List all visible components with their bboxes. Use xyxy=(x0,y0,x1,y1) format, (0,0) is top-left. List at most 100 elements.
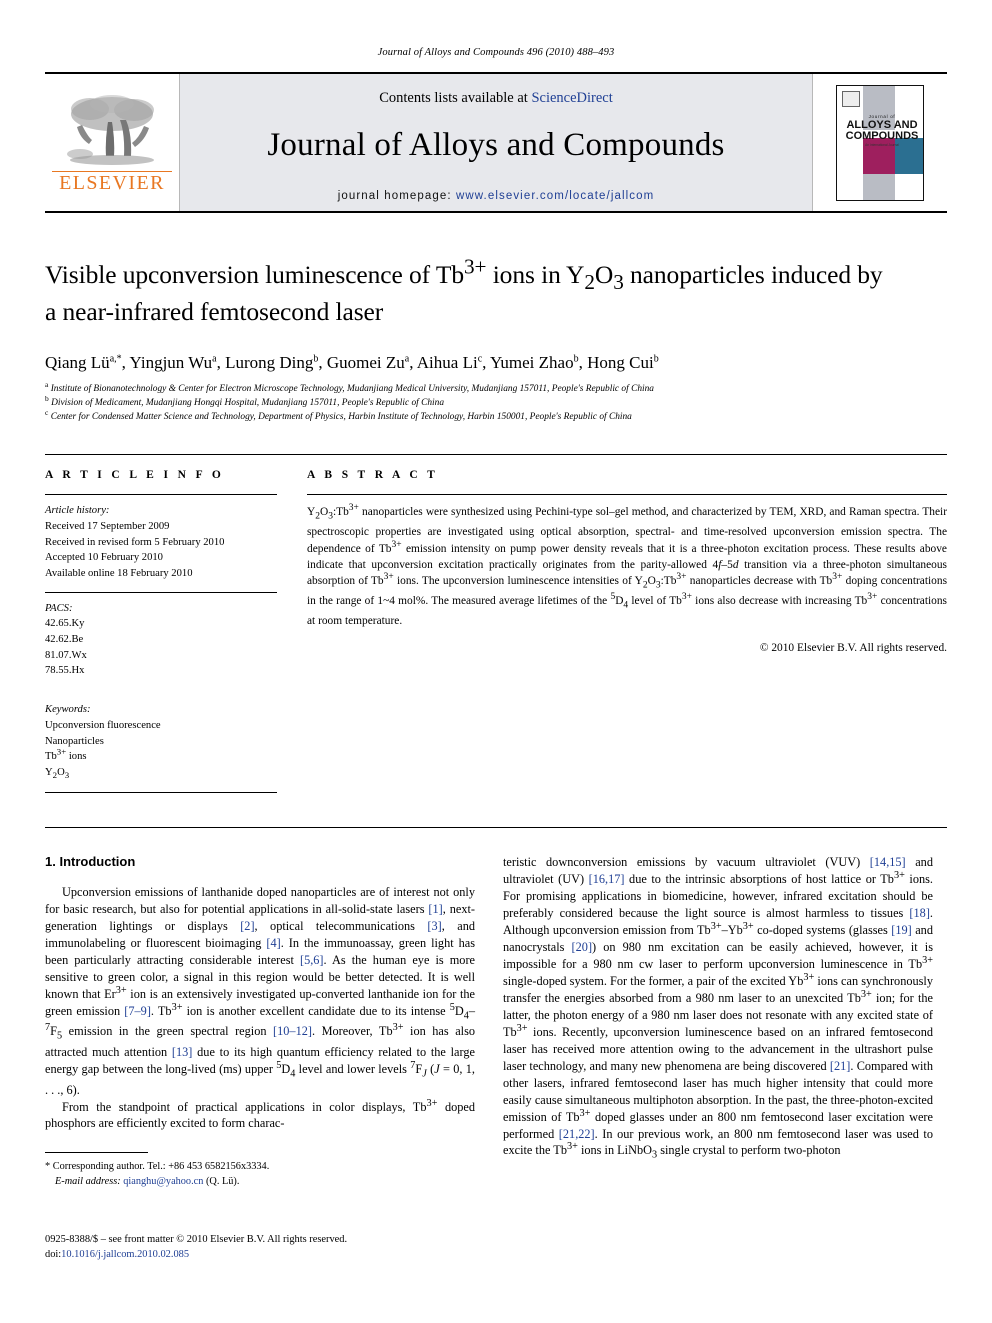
body-paragraph: teristic downconversion emissions by vac… xyxy=(503,855,933,1161)
affiliation-mark: c xyxy=(45,408,49,418)
author-mark: b xyxy=(653,353,659,365)
affiliation-mark: a xyxy=(45,379,49,389)
title-seg-1: Visible upconversion luminescence of Tb xyxy=(45,260,464,289)
email-suffix: (Q. Lü). xyxy=(203,1175,240,1187)
running-head: Journal of Alloys and Compounds 496 (201… xyxy=(377,47,615,58)
citation-ref[interactable]: [5,6] xyxy=(300,953,324,967)
title-block: Visible upconversion luminescence of Tb 3… xyxy=(45,256,947,425)
author-mark: a,* xyxy=(109,353,122,365)
contents-available-line: Contents lists available at ScienceDirec… xyxy=(379,90,613,107)
affiliation-text: Institute of Bionanotechnology & Center … xyxy=(50,383,654,394)
author-name: Yingjun Wu xyxy=(129,353,213,373)
article-info-heading: A R T I C L E I N F O xyxy=(45,469,225,482)
author-name: Aihua Li xyxy=(416,353,478,373)
citation-ref[interactable]: [16,17] xyxy=(589,872,625,886)
email-note: E-mail address: qianghu@yahoo.cn (Q. Lü)… xyxy=(45,1175,475,1190)
author-name: Qiang Lü xyxy=(45,353,110,373)
journal-cover-thumbnail: Journal of ALLOYS AND COMPOUNDS An Inter… xyxy=(836,84,924,201)
history-item: Available online 18 February 2010 xyxy=(45,568,193,580)
citation-ref[interactable]: [7–9] xyxy=(124,1004,151,1018)
email-label: E-mail address: xyxy=(55,1175,121,1187)
pacs-item: 42.65.Ky xyxy=(45,618,85,630)
author-mark: c xyxy=(477,353,483,365)
keyword-item: Y2O3 xyxy=(45,766,70,780)
body-paragraph: From the standpoint of practical applica… xyxy=(45,1097,475,1131)
keyword-item: Nanoparticles xyxy=(45,735,104,747)
abstract-column: A B S T R A C T Y2O3:Tb3+ nanoparticles … xyxy=(307,469,947,793)
affiliation-item: c Center for Condensed Matter Science an… xyxy=(45,408,947,424)
elsevier-logo: ELSEVIER xyxy=(52,92,172,194)
sciencedirect-link[interactable]: ScienceDirect xyxy=(531,90,612,106)
keywords-block: Keywords: Upconversion fluorescence Nano… xyxy=(45,702,277,792)
pacs-item: 81.07.Wx xyxy=(45,649,87,661)
keywords-label: Keywords: xyxy=(45,704,91,716)
journal-homepage-line: journal homepage: www.elsevier.com/locat… xyxy=(338,190,655,202)
author-mark: b xyxy=(313,353,319,365)
affiliation-item: b Division of Medicament, Mudanjiang Hon… xyxy=(45,393,947,410)
corresponding-author-note: * Corresponding author. Tel.: +86 453 65… xyxy=(45,1161,270,1172)
title-seg-4: nanoparticles induced by xyxy=(623,260,883,289)
citation-ref[interactable]: [14,15] xyxy=(870,855,906,869)
citation-ref[interactable]: [10–12] xyxy=(273,1024,312,1038)
journal-cover-cell: Journal of ALLOYS AND COMPOUNDS An Inter… xyxy=(812,74,947,211)
contents-prefix: Contents lists available at xyxy=(379,89,532,106)
cover-line2: ALLOYS AND COMPOUNDS xyxy=(845,118,919,142)
affiliation-list: a Institute of Bionanotechnology & Cente… xyxy=(45,379,947,425)
elsevier-logo-cell: ELSEVIER xyxy=(45,74,180,211)
abstract-copyright: © 2010 Elsevier B.V. All rights reserved… xyxy=(759,642,947,655)
citation-ref[interactable]: [19] xyxy=(891,923,912,937)
issn-line: 0925-8388/$ – see front matter © 2010 El… xyxy=(45,1234,348,1245)
footer-block: 0925-8388/$ – see front matter © 2010 El… xyxy=(45,1232,515,1262)
citation-ref[interactable]: [2] xyxy=(240,919,254,933)
citation-ref[interactable]: [21,22] xyxy=(559,1127,595,1141)
body-right-column: teristic downconversion emissions by vac… xyxy=(503,854,933,1163)
citation-ref[interactable]: [4] xyxy=(266,936,280,950)
body-paragraph: Upconversion emissions of lanthanide dop… xyxy=(45,885,475,1097)
doi-link[interactable]: 10.1016/j.jallcom.2010.02.085 xyxy=(61,1249,189,1260)
homepage-prefix: journal homepage: xyxy=(337,189,456,202)
article-info-column: A R T I C L E I N F O Article history: R… xyxy=(45,469,277,794)
body-columns: 1. Introduction Upconversion emissions o… xyxy=(45,827,947,1163)
abstract-heading: A B S T R A C T xyxy=(307,469,439,482)
article-history-block: Article history: Received 17 September 2… xyxy=(45,503,277,591)
pacs-item: 78.55.Hx xyxy=(45,665,85,677)
author-name: Hong Cui xyxy=(587,353,654,373)
article-history-label: Article history: xyxy=(45,505,110,517)
history-item: Accepted 10 February 2010 xyxy=(45,552,163,564)
article-info-rule-3 xyxy=(45,792,277,794)
author-list: Qiang Lüa,*, Yingjun Wua, Lurong Dingb, … xyxy=(45,353,659,373)
affiliation-mark: b xyxy=(45,393,49,403)
author-name: Guomei Zu xyxy=(326,353,405,373)
author-name: Yumei Zhao xyxy=(490,353,574,373)
history-item: Received 17 September 2009 xyxy=(45,521,170,533)
footnote-block: * Corresponding author. Tel.: +86 453 65… xyxy=(45,1152,475,1190)
title-seg-3: O xyxy=(594,260,614,289)
journal-homepage-link[interactable]: www.elsevier.com/locate/jallcom xyxy=(456,190,654,202)
citation-ref[interactable]: [13] xyxy=(172,1045,193,1059)
email-link[interactable]: qianghu@yahoo.cn xyxy=(123,1176,203,1187)
article-page: Journal of Alloys and Compounds 496 (201… xyxy=(0,0,992,1323)
citation-ref[interactable]: [1] xyxy=(428,902,442,916)
journal-title: Journal of Alloys and Compounds xyxy=(267,126,725,163)
article-info-body: Article history: Received 17 September 2… xyxy=(45,495,277,794)
citation-ref[interactable]: [20] xyxy=(572,940,593,954)
author-mark: a xyxy=(212,353,217,365)
keyword-item: Tb3+ ions xyxy=(45,746,87,763)
citation-ref[interactable]: [21] xyxy=(830,1059,851,1073)
pacs-label: PACS: xyxy=(45,602,73,614)
abstract-body: Y2O3:Tb3+ nanoparticles were synthesized… xyxy=(307,495,947,656)
doi-label: doi: xyxy=(45,1249,62,1261)
cover-line3: An International Journal xyxy=(865,142,899,147)
footnote-rule xyxy=(45,1152,148,1153)
citation-ref[interactable]: [3] xyxy=(427,919,441,933)
page-title: Visible upconversion luminescence of Tb 3… xyxy=(45,256,947,328)
citation-ref[interactable]: [18] xyxy=(909,906,930,920)
abstract-paragraph: Y2O3:Tb3+ nanoparticles were synthesized… xyxy=(307,503,947,627)
title-sub-o3: 3 xyxy=(613,270,624,295)
title-seg-2: ions in Y xyxy=(486,260,585,289)
history-item: Received in revised form 5 February 2010 xyxy=(45,536,225,548)
affiliation-text: Division of Medicament, Mudanjiang Hongq… xyxy=(51,397,445,408)
masthead-center: Contents lists available at ScienceDirec… xyxy=(180,74,812,211)
info-abstract-row: A R T I C L E I N F O Article history: R… xyxy=(45,454,947,794)
